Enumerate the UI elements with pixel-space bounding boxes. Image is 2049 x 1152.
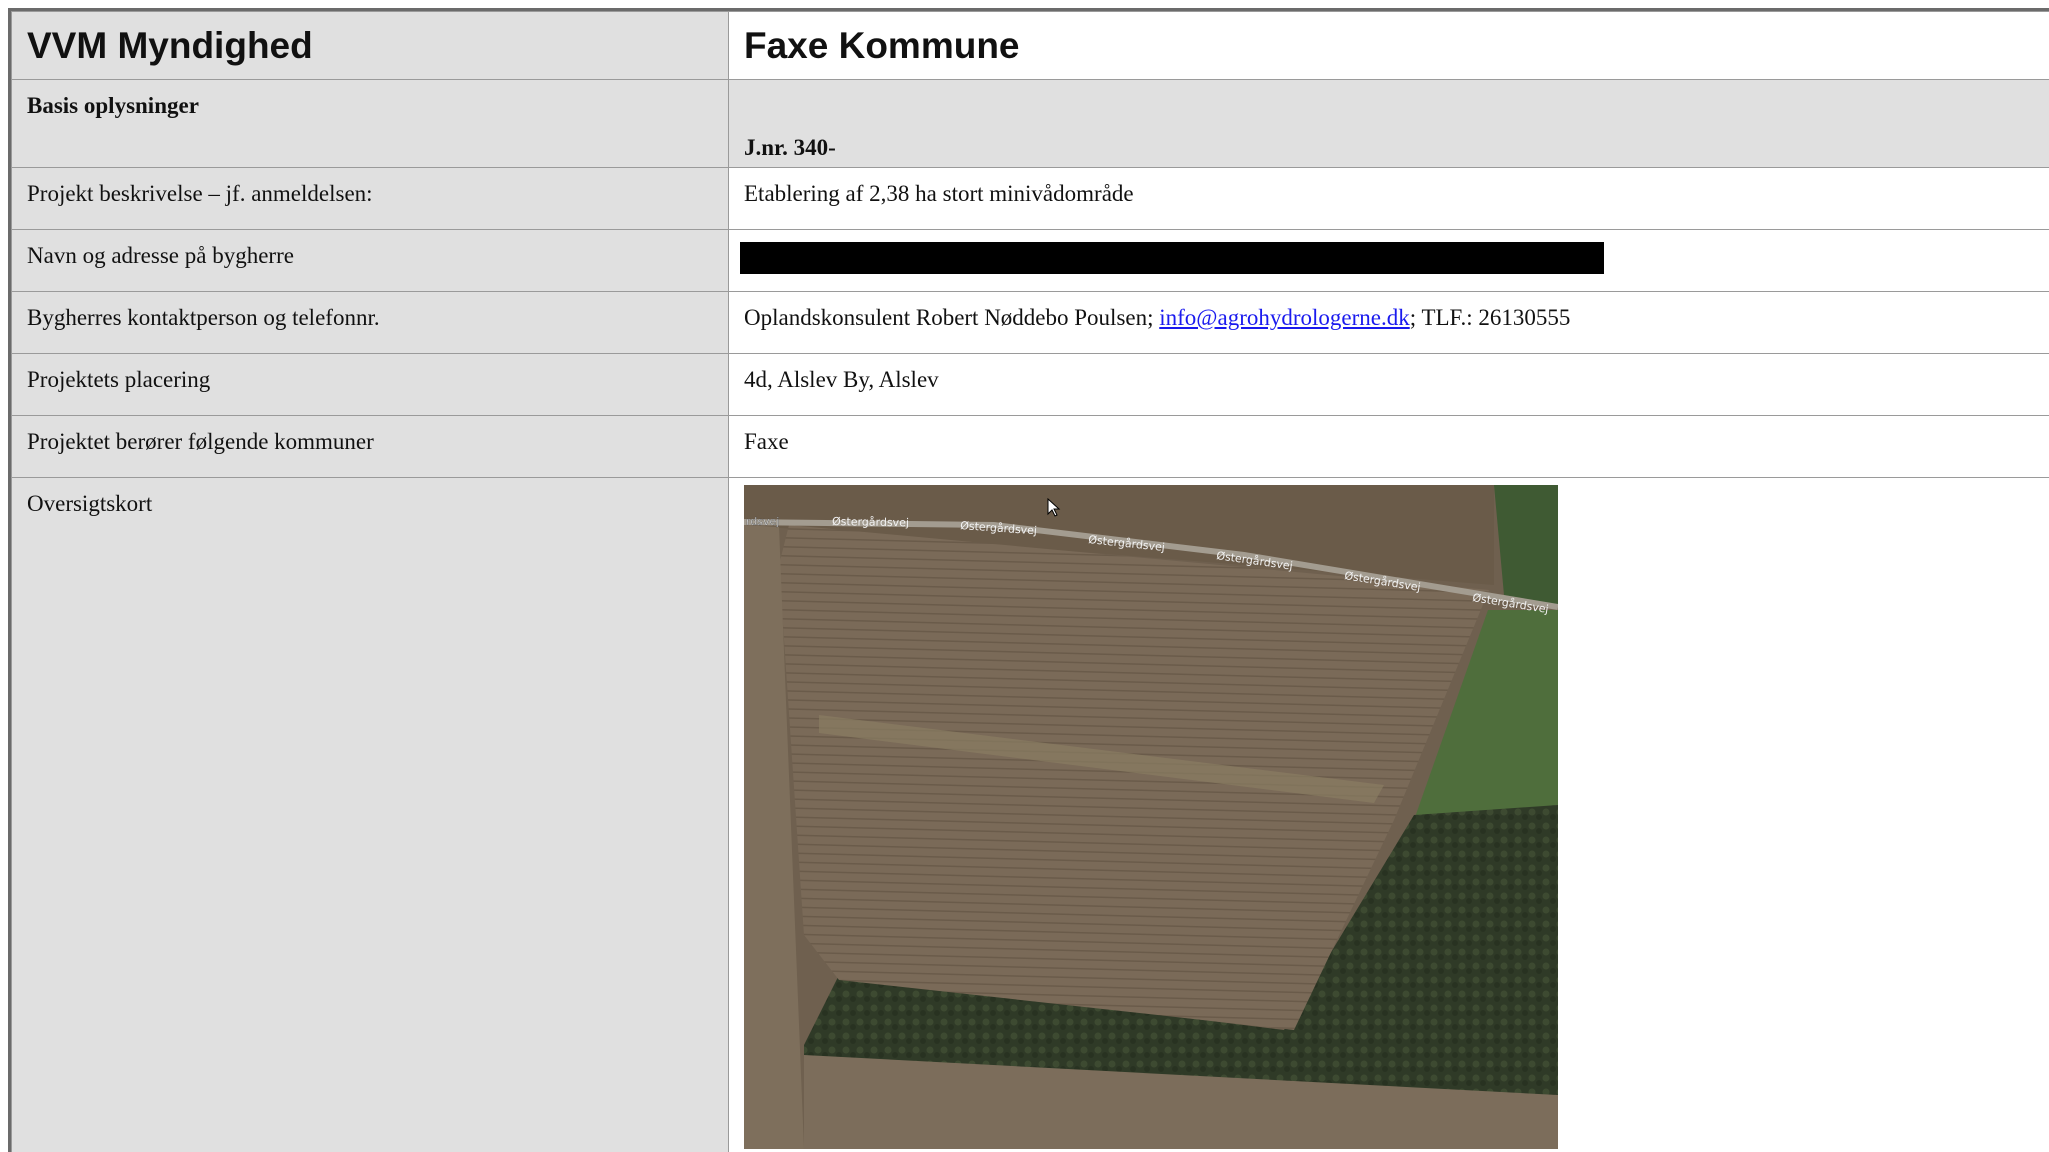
table-row: Projektets placering 4d, Alslev By, Alsl…: [11, 353, 2049, 416]
aerial-map[interactable]: rdsvej Østergårdsvej Østergårdsvej Øster…: [744, 485, 1558, 1149]
contact-person-value: Oplandskonsulent Robert Nøddebo Poulsen;…: [728, 291, 2049, 354]
project-location-label: Projektets placering: [11, 353, 729, 416]
project-description-label: Projekt beskrivelse – jf. anmeldelsen:: [11, 167, 729, 230]
basis-label: Basis oplysninger: [11, 79, 729, 168]
contact-person-label: Bygherres kontaktperson og telefonnr.: [11, 291, 729, 354]
municipalities-label: Projektet berører følgende kommuner: [11, 415, 729, 478]
road-label: rdsvej: [746, 515, 779, 528]
road-label: Østergårdsvej: [832, 515, 909, 529]
aerial-map-image: rdsvej Østergårdsvej Østergårdsvej Øster…: [744, 485, 1558, 1149]
table-row: Projektet berører følgende kommuner Faxe: [11, 415, 2049, 478]
redaction-bar: [740, 242, 1604, 274]
header-row: VVM Myndighed Faxe Kommune: [11, 11, 2049, 80]
project-location-value: 4d, Alslev By, Alslev: [728, 353, 2049, 416]
grass-area-north: [1494, 485, 1558, 605]
project-info-table: VVM Myndighed Faxe Kommune Basis oplysni…: [11, 11, 2049, 1152]
table-row: Bygherres kontaktperson og telefonnr. Op…: [11, 291, 2049, 354]
authority-value: Faxe Kommune: [728, 11, 2049, 80]
table-row: Projekt beskrivelse – jf. anmeldelsen: E…: [11, 167, 2049, 230]
overview-map-label: Oversigtskort: [11, 477, 729, 1152]
journal-number: J.nr. 340-: [728, 79, 2049, 168]
municipalities-value: Faxe: [728, 415, 2049, 478]
contact-person-name: Oplandskonsulent Robert Nøddebo Poulsen;: [744, 305, 1160, 330]
project-description-value: Etablering af 2,38 ha stort minivådområd…: [728, 167, 2049, 230]
developer-name-label: Navn og adresse på bygherre: [11, 229, 729, 292]
table-row: Navn og adresse på bygherre: [11, 229, 2049, 292]
contact-email-link[interactable]: info@agrohydrologerne.dk: [1159, 305, 1409, 330]
basis-row: Basis oplysninger J.nr. 340-: [11, 79, 2049, 168]
overview-map-cell: rdsvej Østergårdsvej Østergårdsvej Øster…: [728, 477, 2049, 1152]
mouse-cursor-icon: [1047, 498, 1061, 517]
authority-label: VVM Myndighed: [11, 11, 729, 80]
table-row: Oversigtskort rdsvej Østergårdsvej Øster…: [11, 477, 2049, 1152]
document-page: VVM Myndighed Faxe Kommune Basis oplysni…: [8, 8, 2049, 1152]
contact-phone: ; TLF.: 26130555: [1409, 305, 1571, 330]
developer-name-value: [728, 229, 2049, 292]
